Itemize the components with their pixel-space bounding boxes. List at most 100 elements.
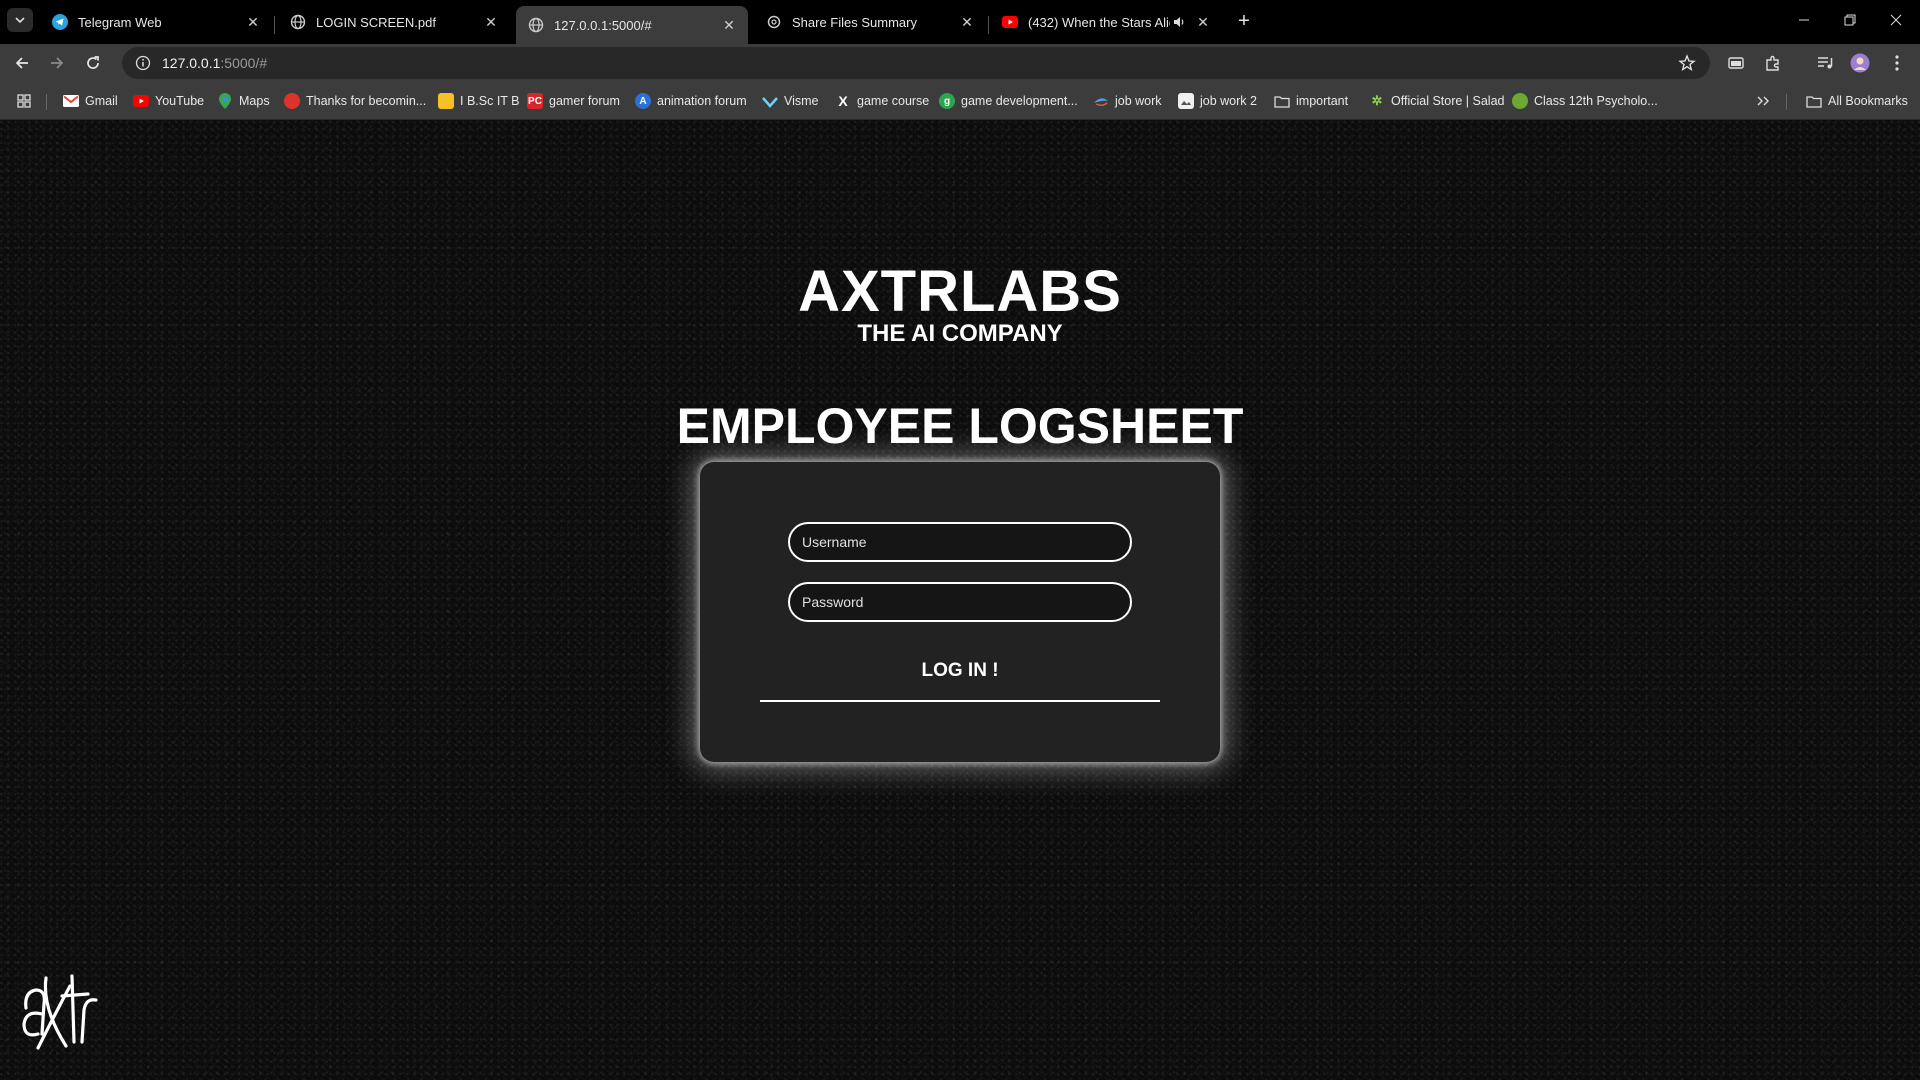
username-input[interactable] <box>788 522 1132 562</box>
bookmark-label: important <box>1296 94 1349 108</box>
bookmark-star-icon[interactable] <box>1678 54 1696 77</box>
back-button[interactable] <box>9 50 35 76</box>
x-icon: X <box>838 93 848 109</box>
salad-icon: ✲ <box>1371 93 1383 108</box>
browser-toolbar: 127.0.0.1:5000/# <box>0 44 1920 82</box>
bookmark-label: game development... <box>961 94 1078 108</box>
tab-divider <box>274 16 275 34</box>
bookmark-job-work[interactable]: job work <box>1093 90 1162 112</box>
login-button[interactable]: LOG IN ! <box>760 642 1160 702</box>
tab-login-pdf[interactable]: LOGIN SCREEN.pdf ✕ <box>278 6 510 38</box>
new-tab-button[interactable]: + <box>1233 10 1255 32</box>
bookmark-divider <box>46 94 47 110</box>
bookmark-animation-forum[interactable]: A animation forum <box>635 90 747 112</box>
bookmark-important[interactable]: important <box>1274 90 1348 112</box>
menu-kebab-icon[interactable] <box>1886 52 1908 74</box>
bookmark-bsc[interactable]: I B.Sc IT B <box>438 90 520 112</box>
bookmark-label: Maps <box>239 94 270 108</box>
brand-tagline: THE AI COMPANY <box>857 320 1063 347</box>
bookmarks-bar: Gmail YouTube Maps Thanks for becomin...… <box>0 82 1920 120</box>
url-text: 127.0.0.1:5000/# <box>162 55 267 71</box>
bookmark-job-work-2[interactable]: job work 2 <box>1178 90 1257 112</box>
page-title: EMPLOYEE LOGSHEET <box>676 398 1244 454</box>
bookmark-visme[interactable]: Visme <box>762 90 819 112</box>
bookmark-label: Official Store | Salad <box>1391 94 1505 108</box>
axtr-logo <box>22 974 98 1050</box>
bookmark-game-development[interactable]: g game development... <box>939 90 1078 112</box>
globe-icon <box>290 14 306 30</box>
bookmarks-overflow-button[interactable] <box>1756 90 1770 112</box>
bookmark-label: game course <box>857 94 930 108</box>
bookmark-thanks[interactable]: Thanks for becomin... <box>284 90 426 112</box>
profile-avatar[interactable] <box>1849 52 1871 74</box>
visme-icon <box>762 93 778 109</box>
tab-title: (432) When the Stars Align <box>1028 14 1170 30</box>
classroom-icon <box>438 93 454 109</box>
red-circle-icon <box>284 93 300 109</box>
reload-button[interactable] <box>80 50 106 76</box>
bookmark-label: I B.Sc IT B <box>460 94 520 108</box>
bookmark-youtube[interactable]: YouTube <box>133 90 204 112</box>
tab-divider <box>988 16 989 34</box>
openai-icon <box>766 14 782 30</box>
tab-localhost[interactable]: 127.0.0.1:5000/# ✕ <box>516 6 748 44</box>
forward-button[interactable] <box>44 50 70 76</box>
youtube-icon <box>1002 14 1018 30</box>
apps-grid-icon <box>17 94 31 108</box>
close-icon[interactable]: ✕ <box>1194 13 1212 31</box>
page-content: AXTRLABS THE AI COMPANY EMPLOYEE LOGSHEE… <box>0 120 1920 1080</box>
apps-button[interactable] <box>16 90 32 112</box>
password-input[interactable] <box>788 582 1132 622</box>
green-circle-icon: g <box>939 93 955 109</box>
minimize-button[interactable] <box>1781 0 1827 40</box>
site-info-icon[interactable] <box>128 55 158 71</box>
media-control-icon[interactable] <box>1814 52 1836 74</box>
login-card: LOG IN ! <box>700 462 1220 762</box>
bookmark-label: Visme <box>784 94 819 108</box>
green-dot-icon <box>1512 93 1528 109</box>
bookmark-game-course[interactable]: X game course <box>835 90 929 112</box>
youtube-icon <box>133 93 149 109</box>
close-icon[interactable]: ✕ <box>244 13 262 31</box>
blue-a-icon: A <box>635 93 651 109</box>
speaker-icon[interactable] <box>1170 13 1188 31</box>
all-bookmarks-label: All Bookmarks <box>1828 94 1908 108</box>
brand-name: AXTRLABS <box>798 259 1122 324</box>
telegram-icon <box>52 14 68 30</box>
tab-title: Share Files Summary <box>792 14 917 30</box>
tab-strip: Telegram Web ✕ LOGIN SCREEN.pdf ✕ 127.0.… <box>0 0 1920 44</box>
bookmark-maps[interactable]: Maps <box>217 90 270 112</box>
double-chevron-right-icon <box>1757 96 1769 106</box>
tab-title: LOGIN SCREEN.pdf <box>316 14 436 30</box>
address-bar[interactable]: 127.0.0.1:5000/# <box>122 47 1710 79</box>
tab-youtube[interactable]: (432) When the Stars Align ✕ <box>990 6 1222 38</box>
gmail-icon <box>63 93 79 109</box>
bookmark-label: Class 12th Psycholo... <box>1534 94 1658 108</box>
bookmark-psychology[interactable]: Class 12th Psycholo... <box>1512 90 1658 112</box>
close-window-button[interactable] <box>1873 0 1919 40</box>
cast-icon[interactable] <box>1725 52 1747 74</box>
tab-telegram[interactable]: Telegram Web ✕ <box>40 6 272 38</box>
close-icon[interactable]: ✕ <box>720 16 738 34</box>
folder-icon <box>1806 93 1822 109</box>
forward-arrow-icon <box>51 57 64 69</box>
url-host: 127.0.0.1 <box>162 55 221 71</box>
tab-search-button[interactable] <box>7 8 33 32</box>
bookmark-label: job work 2 <box>1200 94 1257 108</box>
chevron-down-icon <box>15 17 25 24</box>
bookmark-gamer-forum[interactable]: PC gamer forum <box>527 90 620 112</box>
extensions-icon[interactable] <box>1762 52 1784 74</box>
bird-icon <box>1093 93 1109 109</box>
bookmark-gmail[interactable]: Gmail <box>63 90 118 112</box>
tab-title: 127.0.0.1:5000/# <box>554 17 652 33</box>
tab-share-files[interactable]: Share Files Summary ✕ <box>754 6 986 38</box>
bookmark-divider <box>1786 94 1787 110</box>
bookmark-label: Gmail <box>85 94 118 108</box>
all-bookmarks-button[interactable]: All Bookmarks <box>1806 90 1908 112</box>
close-icon[interactable]: ✕ <box>958 13 976 31</box>
reload-icon <box>87 56 99 69</box>
image-icon <box>1178 93 1194 109</box>
close-icon[interactable]: ✕ <box>482 13 500 31</box>
bookmark-salad[interactable]: ✲ Official Store | Salad <box>1369 90 1505 112</box>
restore-button[interactable] <box>1827 0 1873 40</box>
